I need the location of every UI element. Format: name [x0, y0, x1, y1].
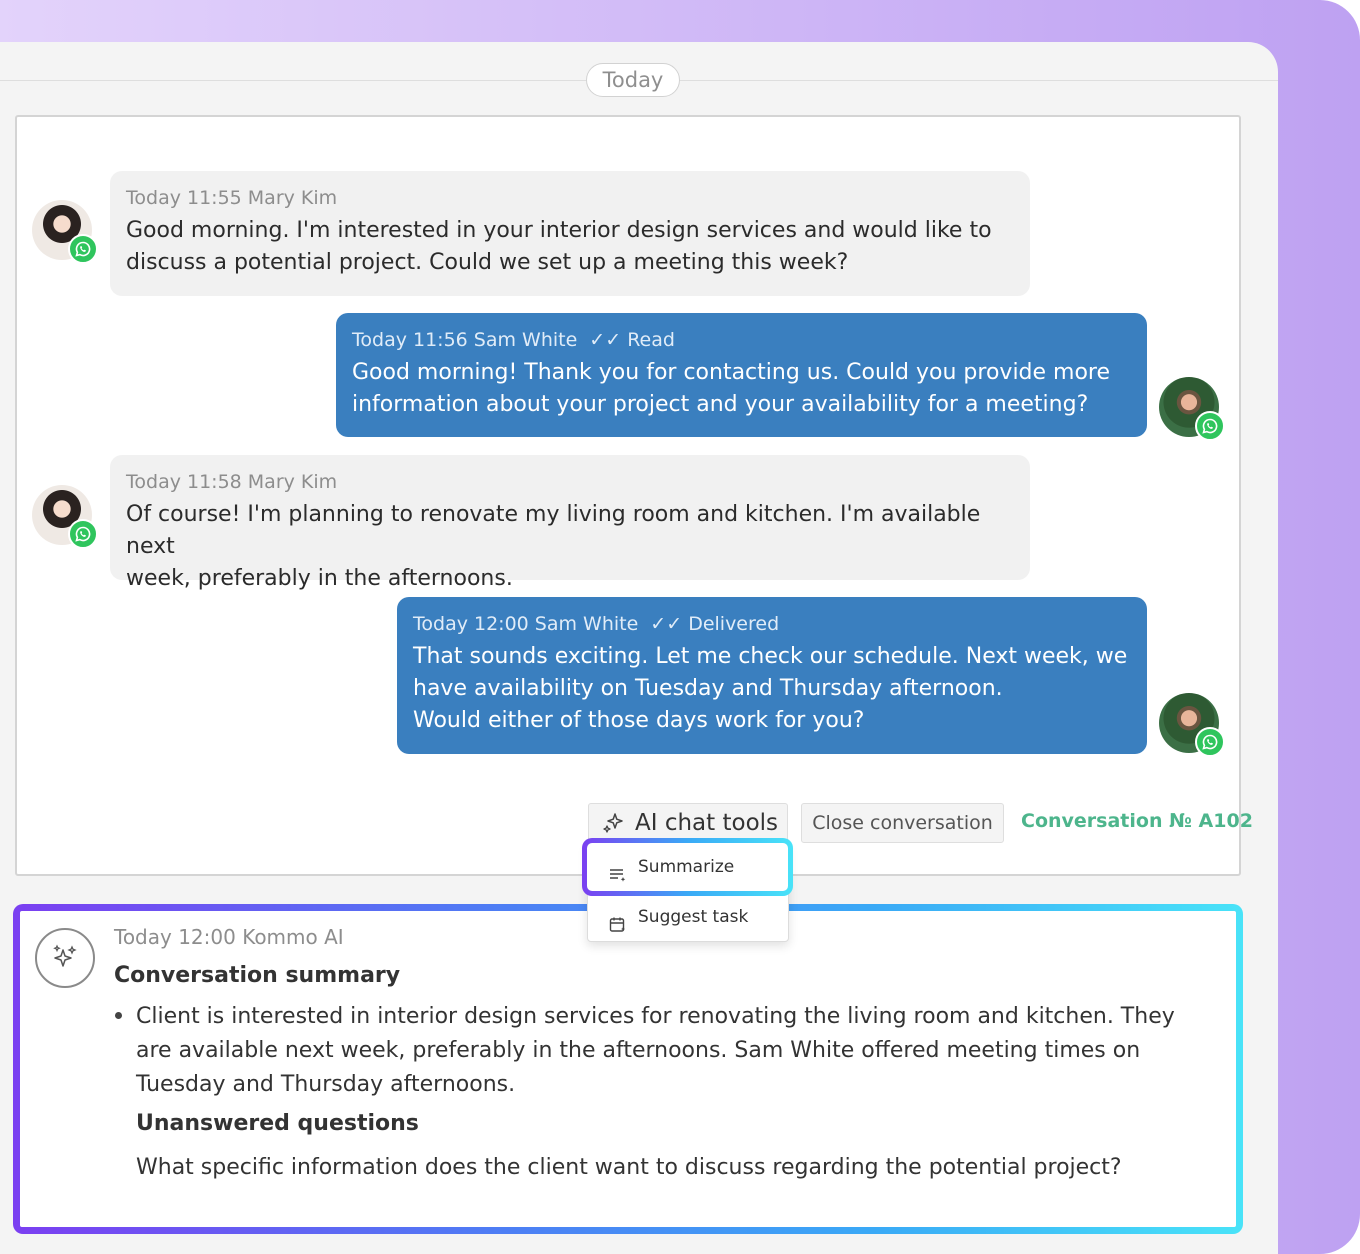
unanswered-question: What specific information does the clien… [136, 1155, 1122, 1180]
sparkles-icon [53, 944, 77, 967]
summary-text: Client is interested in interior design … [136, 1004, 1175, 1097]
date-separator: Today [586, 63, 680, 97]
avatar-mary-kim[interactable] [32, 200, 98, 264]
whatsapp-icon [68, 234, 98, 264]
double-check-icon: ✓✓ [589, 329, 622, 351]
whatsapp-icon [1195, 411, 1225, 441]
ai-chat-tools-label: AI chat tools [635, 810, 779, 836]
whatsapp-icon [1195, 727, 1225, 757]
message-meta: Today 11:58 Mary Kim [126, 471, 338, 493]
double-check-icon: ✓✓ [650, 613, 683, 635]
bullet [115, 1012, 122, 1019]
ai-chat-tools-button[interactable]: AI chat tools [588, 803, 788, 843]
menu-item-label: Suggest task [638, 907, 749, 927]
message-status: Delivered [688, 613, 780, 635]
avatar-sam-white[interactable] [1159, 377, 1225, 441]
message-text: That sounds exciting. Let me check our s… [413, 644, 1128, 733]
message-text: Of course! I'm planning to renovate my l… [126, 502, 981, 591]
avatar-sam-white[interactable] [1159, 693, 1225, 757]
calendar-task-icon [608, 907, 628, 953]
summary-card: Today 12:00 Kommo AI Conversation summar… [13, 904, 1243, 1234]
message-meta: Today 11:56 Sam White [352, 329, 578, 351]
menu-item-label: Summarize [638, 857, 735, 877]
unanswered-questions-heading: Unanswered questions [136, 1111, 419, 1136]
kommo-ai-avatar [35, 928, 95, 988]
chat-feed: Today 11:55 Mary Kim Good morning. I'm i… [15, 115, 1241, 876]
message-meta: Today 11:55 Mary Kim [126, 187, 338, 209]
message-text: Good morning. I'm interested in your int… [126, 218, 992, 275]
whatsapp-icon [68, 519, 98, 549]
message-status: Read [627, 329, 675, 351]
summary-meta: Today 12:00 Kommo AI [114, 925, 344, 949]
conversation-number[interactable]: Conversation № A102 [1021, 810, 1253, 832]
menu-item-summarize[interactable]: Summarize [588, 844, 788, 890]
avatar-mary-kim[interactable] [32, 485, 98, 549]
summary-title: Conversation summary [114, 963, 401, 988]
message-outgoing: Today 12:00 Sam White ✓✓ Delivered That s… [397, 597, 1147, 754]
message-outgoing: Today 11:56 Sam White ✓✓ Read Good mornin… [336, 313, 1147, 437]
close-conversation-button[interactable]: Close conversation [801, 803, 1004, 843]
message-incoming: Today 11:55 Mary Kim Good morning. I'm i… [110, 171, 1030, 296]
message-incoming: Today 11:58 Mary Kim Of course! I'm plan… [110, 455, 1030, 591]
message-meta: Today 12:00 Sam White [413, 613, 639, 635]
message-text: Good morning! Thank you for contacting u… [352, 360, 1111, 417]
summarize-icon [608, 857, 628, 903]
